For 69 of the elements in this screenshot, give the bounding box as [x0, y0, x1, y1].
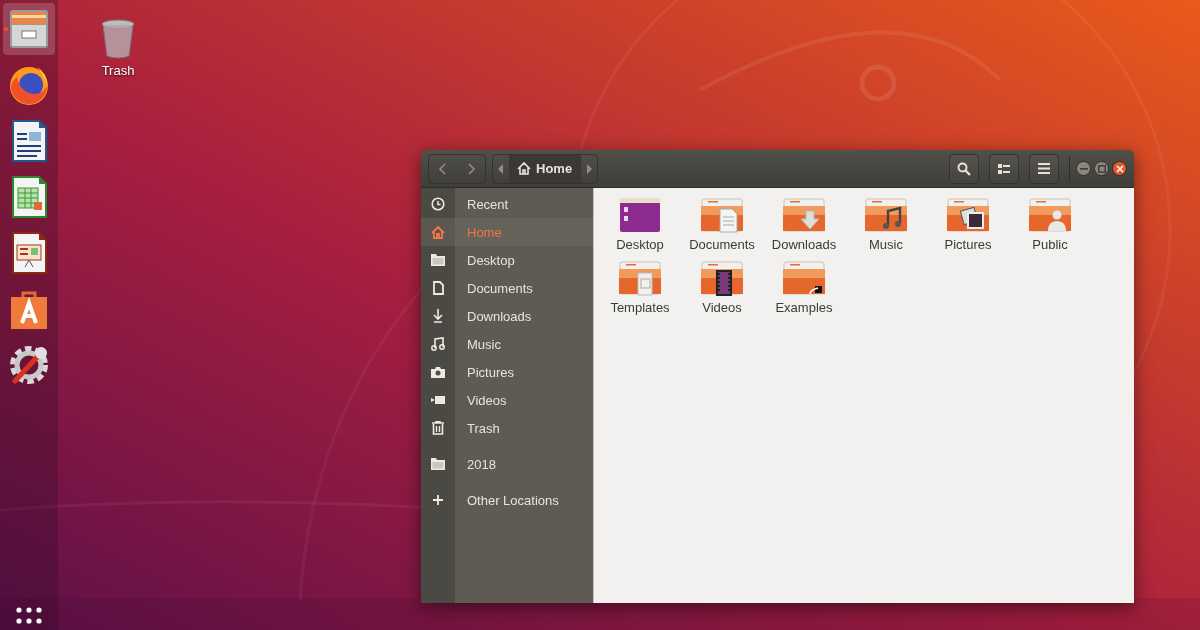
folder-item[interactable]: Pictures: [927, 197, 1009, 252]
folder-icon: [431, 254, 445, 266]
template-folder-icon: [618, 260, 662, 296]
list-view-icon: [998, 162, 1010, 175]
sidebar-item[interactable]: Downloads: [421, 302, 593, 330]
folder-label: Music: [869, 237, 903, 252]
folder-item[interactable]: Public: [1009, 197, 1091, 252]
menu-button[interactable]: [1029, 153, 1059, 184]
sidebar-item[interactable]: Recent: [421, 190, 593, 218]
dock-item[interactable]: [3, 3, 55, 55]
clock-icon: [431, 197, 445, 211]
folder-item[interactable]: Documents: [681, 197, 763, 252]
shortcut-folder-icon: [782, 260, 826, 296]
sidebar-item[interactable]: Documents: [421, 274, 593, 302]
desktop-folder-icon: [619, 197, 661, 233]
left-triangle-icon: [498, 163, 504, 174]
folder-item[interactable]: Music: [845, 197, 927, 252]
folder-label: Pictures: [944, 237, 992, 252]
path-home-button[interactable]: Home: [509, 154, 582, 183]
video-camera-icon: [431, 395, 445, 405]
music-note-icon: [431, 337, 445, 351]
folder-icon: [431, 458, 445, 470]
desktop-icon-label[interactable]: Trash: [101, 63, 135, 78]
document-folder-icon: [700, 197, 744, 233]
sidebar-item[interactable]: Trash: [421, 414, 593, 442]
film-folder-icon: [700, 260, 744, 296]
cabinet-icon: [7, 7, 51, 51]
person-folder-icon: [1028, 197, 1072, 233]
folder-label: Desktop: [616, 237, 664, 252]
maximize-button[interactable]: [1094, 161, 1109, 176]
folder-label: Public: [1032, 237, 1068, 252]
sidebar-item[interactable]: Other Locations: [421, 486, 593, 514]
sidebar-item[interactable]: Music: [421, 330, 593, 358]
picture-folder-icon: [946, 197, 990, 233]
maximize-icon: [1097, 164, 1106, 173]
folder-item[interactable]: Desktop: [599, 197, 681, 252]
document-icon: [432, 281, 444, 295]
folder-item[interactable]: Examples: [763, 260, 845, 315]
gear-wrench-icon: [7, 343, 51, 387]
plus-icon: [433, 495, 443, 505]
minimize-button[interactable]: [1076, 161, 1091, 176]
search-icon: [957, 161, 971, 176]
right-triangle-icon: [586, 163, 593, 174]
view-options-button[interactable]: [989, 153, 1019, 184]
home-icon: [431, 225, 445, 239]
trash-bin-icon[interactable]: [100, 18, 136, 60]
folder-label: Templates: [610, 300, 670, 315]
folder-item[interactable]: Templates: [599, 260, 681, 315]
download-icon: [432, 309, 444, 323]
menu-icon: [1038, 163, 1050, 174]
sidebar-item[interactable]: Videos: [421, 386, 593, 414]
folder-label: Downloads: [771, 237, 837, 252]
folder-item[interactable]: Videos: [681, 260, 763, 315]
download-folder-icon: [782, 197, 826, 233]
camera-icon: [431, 366, 445, 378]
music-folder-icon: [864, 197, 908, 233]
sidebar-item[interactable]: Desktop: [421, 246, 593, 274]
trash-icon: [432, 421, 444, 435]
home-icon: [517, 162, 531, 175]
search-button[interactable]: [949, 153, 979, 184]
folder-item[interactable]: Downloads: [763, 197, 845, 252]
folder-label: Examples: [775, 300, 833, 315]
close-icon: [1115, 164, 1124, 173]
sidebar-item[interactable]: Pictures: [421, 358, 593, 386]
folder-label: Videos: [702, 300, 742, 315]
folder-label: Documents: [689, 237, 755, 252]
close-button[interactable]: [1112, 161, 1127, 176]
sidebar-item[interactable]: 2018: [421, 450, 593, 478]
show-applications-icon[interactable]: [15, 606, 43, 626]
